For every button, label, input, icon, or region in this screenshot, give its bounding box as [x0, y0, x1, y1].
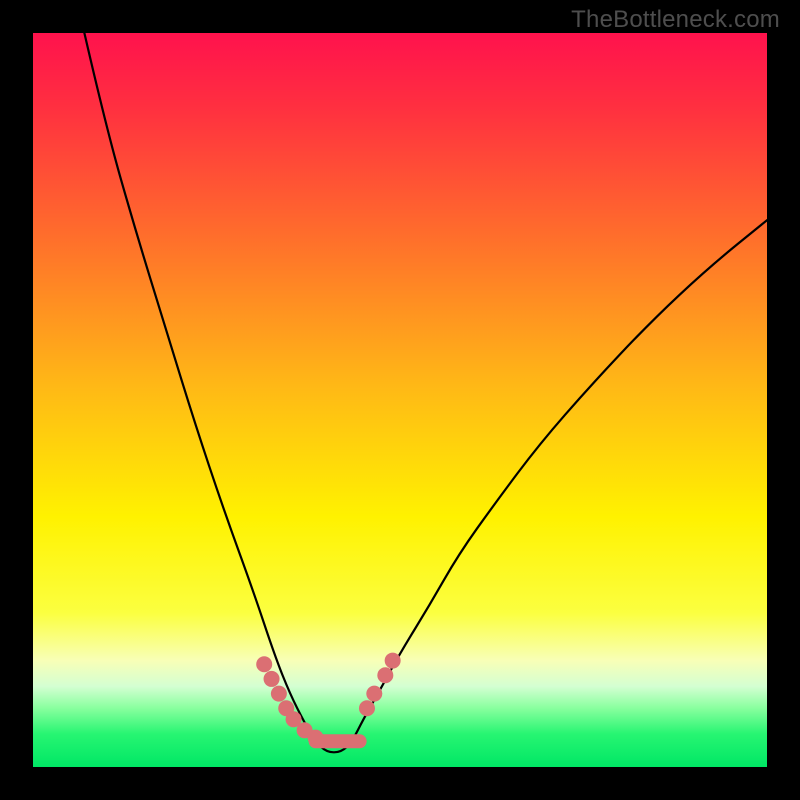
chart-frame: TheBottleneck.com [0, 0, 800, 800]
marker-dot [385, 653, 401, 669]
gradient-background [33, 33, 767, 767]
marker-dot [271, 686, 287, 702]
marker-dot [366, 686, 382, 702]
bottleneck-chart [33, 33, 767, 767]
marker-dot [264, 671, 280, 687]
marker-dot [308, 730, 324, 746]
marker-dot [377, 667, 393, 683]
plot-area [33, 33, 767, 767]
marker-dot [359, 700, 375, 716]
marker-dot [256, 656, 272, 672]
watermark-text: TheBottleneck.com [571, 6, 780, 34]
